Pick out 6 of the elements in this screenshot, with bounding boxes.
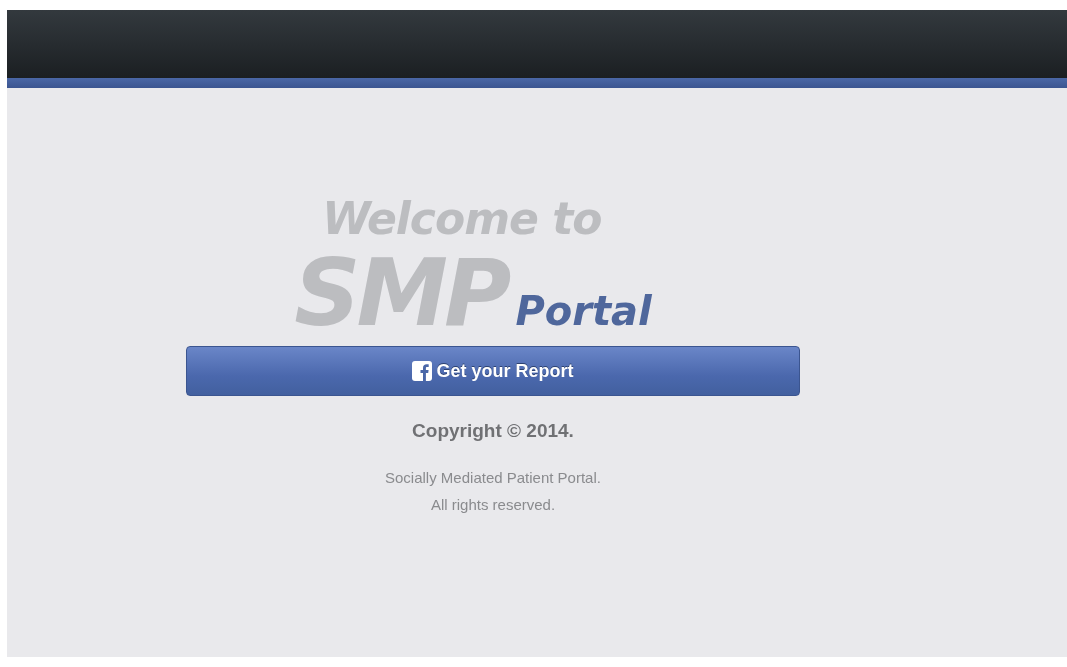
- footer-text: All rights reserved.: [430, 495, 556, 515]
- facebook-icon: [412, 361, 433, 381]
- logo-suffix-text: Portal: [515, 288, 652, 334]
- footer-text: Socially Mediated Patient Portal.: [385, 468, 601, 488]
- copyright-text: Copyright © 2014.: [412, 420, 574, 442]
- report-button[interactable]: Get your Report: [186, 346, 800, 396]
